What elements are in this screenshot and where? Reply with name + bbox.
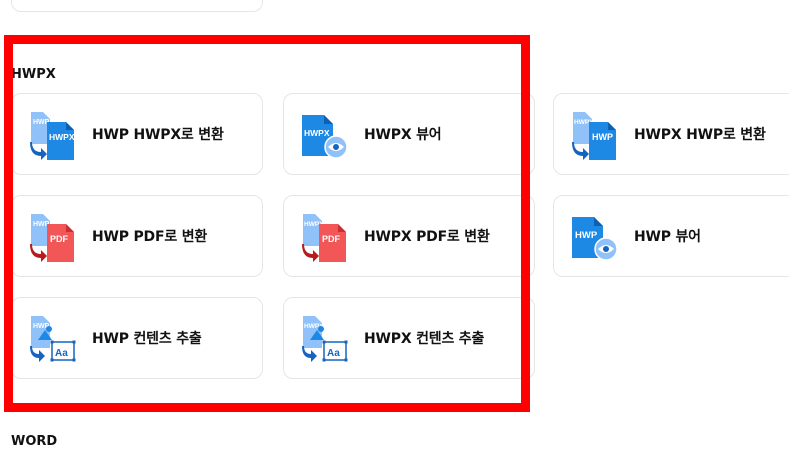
- svg-text:PDF: PDF: [50, 234, 69, 244]
- svg-text:PDF: PDF: [322, 234, 341, 244]
- card-hwp-viewer[interactable]: HWP HWP 뷰어: [553, 195, 789, 277]
- card-label: HWPX 컨텐츠 추출: [364, 331, 485, 347]
- svg-text:Aa: Aa: [327, 348, 340, 359]
- section-title-word: WORD: [11, 434, 58, 449]
- card-label: HWP PDF로 변환: [92, 229, 208, 245]
- svg-text:HWP: HWP: [575, 230, 598, 241]
- hwpx-to-pdf-icon: HWPX PDF: [302, 214, 346, 262]
- hwpx-to-hwp-icon: HWPX HWP: [572, 112, 616, 160]
- card-label: HWPX PDF로 변환: [364, 229, 490, 245]
- hwpx-viewer-icon: HWPX: [302, 115, 348, 159]
- card-label: HWP HWPX로 변환: [92, 127, 224, 143]
- card-label: HWP 컨텐츠 추출: [92, 331, 202, 347]
- card-label: HWPX 뷰어: [364, 127, 442, 143]
- hwpx-extract-icon: HWPX Aa: [302, 316, 348, 362]
- card-label: HWP 뷰어: [634, 229, 701, 245]
- card-hwpx-to-pdf[interactable]: HWPX PDF HWPX PDF로 변환: [283, 195, 535, 277]
- hwp-to-hwpx-icon: HWP HWPX: [30, 112, 75, 160]
- card-hwpx-to-hwp[interactable]: HWPX HWP HWPX HWP로 변환: [553, 93, 789, 175]
- hwp-viewer-icon: HWP: [572, 217, 618, 261]
- svg-text:HWP: HWP: [592, 132, 613, 142]
- card-label: HWPX HWP로 변환: [634, 127, 766, 143]
- section-title-hwpx: HWPX: [11, 67, 56, 82]
- card-hwpx-viewer[interactable]: HWPX HWPX 뷰어: [283, 93, 535, 175]
- svg-text:HWPX: HWPX: [304, 128, 330, 138]
- card-hwp-extract[interactable]: HWP Aa HWP 컨텐츠 추출: [11, 297, 263, 379]
- hwp-to-pdf-icon: HWP PDF: [30, 214, 74, 262]
- hwp-extract-icon: HWP Aa: [30, 316, 76, 362]
- card-hwp-to-hwpx[interactable]: HWP HWPX HWP HWPX로 변환: [11, 93, 263, 175]
- card-hwpx-extract[interactable]: HWPX Aa HWPX 컨텐츠 추출: [283, 297, 535, 379]
- card-hwp-to-pdf[interactable]: HWP PDF HWP PDF로 변환: [11, 195, 263, 277]
- svg-text:HWPX: HWPX: [49, 132, 75, 142]
- previous-section-card[interactable]: [11, 0, 263, 12]
- svg-text:Aa: Aa: [55, 348, 68, 359]
